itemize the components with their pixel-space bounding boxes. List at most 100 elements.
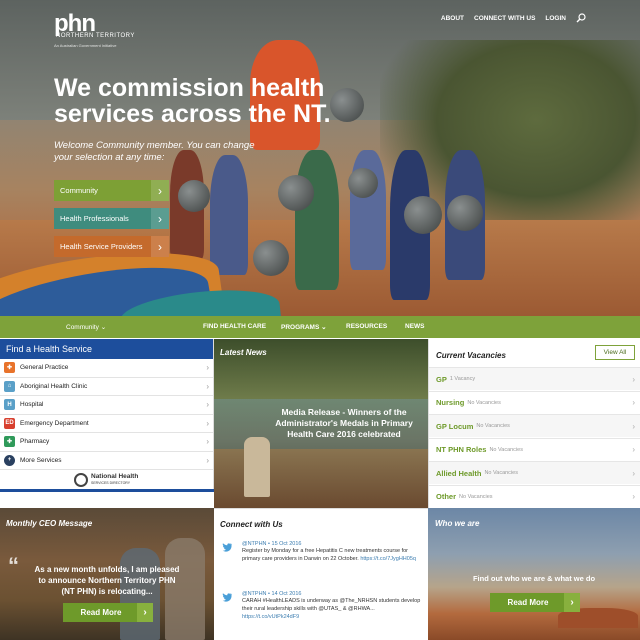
vacancy-count: 1 Vacancy	[449, 376, 476, 382]
stethoscope-icon: ✚	[4, 362, 15, 374]
panel-bottom-bar	[0, 489, 214, 492]
chevron-right-icon: ›	[206, 455, 209, 465]
service-item[interactable]: ⌂ Aboriginal Health Clinic ›	[0, 378, 213, 396]
current-vacancies-title: Current Vacancies	[436, 351, 506, 360]
directory-name: National Health	[91, 473, 139, 480]
vacancy-row[interactable]: Other No Vacancies ›	[429, 484, 640, 508]
service-item-label: Emergency Department	[20, 419, 89, 427]
community-button-label: Community	[60, 186, 98, 195]
chevron-right-icon: ›	[206, 437, 209, 446]
nav-resources[interactable]: RESOURCES	[346, 323, 387, 330]
hero-child	[210, 155, 248, 275]
chevron-right-icon: ›	[632, 445, 635, 454]
directory-sub: SERVICES DIRECTORY	[91, 481, 131, 485]
service-item[interactable]: ED Emergency Department ›	[0, 415, 213, 433]
service-item[interactable]: + More Services ›	[0, 452, 213, 470]
logo-mark: phn	[54, 10, 96, 37]
logo-gov: An Australian Government Initiative	[54, 43, 117, 48]
health-service-providers-button-label: Health Service Providers	[60, 242, 143, 251]
twitter-icon[interactable]	[222, 593, 232, 602]
tweet: @NTPHN • 15 Oct 2016 Register by Monday …	[222, 541, 422, 563]
service-item[interactable]: ✚ General Practice ›	[0, 359, 213, 378]
vacancy-row[interactable]: Allied Health No Vacancies ›	[429, 461, 640, 484]
top-nav: ABOUT CONNECT WITH US LOGIN	[441, 13, 586, 23]
view-all-button[interactable]: View All	[595, 345, 635, 360]
nav-community-label: Community	[66, 324, 99, 331]
magnifier-icon	[74, 473, 88, 487]
logo-sub: NORTHERN TERRITORY	[56, 33, 135, 39]
chevron-down-icon: ⌄	[100, 324, 107, 331]
hero-banner: phn NORTHERN TERRITORY An Australian Gov…	[0, 0, 640, 316]
basketball	[348, 168, 378, 198]
vacancy-role: Allied Health	[436, 468, 482, 478]
ceo-read-more-button[interactable]: Read More ›	[63, 603, 153, 622]
ceo-message-text: As a new month unfolds, I am pleased to …	[34, 565, 180, 596]
vacancy-role: Other	[436, 492, 457, 501]
chevron-right-icon: ›	[206, 418, 209, 428]
tweet-body: CARAH #HealthLEADS is underway as @The_N…	[242, 598, 421, 612]
chevron-right-icon: ›	[151, 180, 169, 201]
service-item[interactable]: H Hospital ›	[0, 396, 213, 415]
basketball	[253, 240, 289, 276]
chevron-right-icon: ›	[206, 400, 209, 409]
vacancy-row[interactable]: Nursing No Vacancies ›	[429, 390, 640, 414]
plus-icon: +	[4, 454, 15, 466]
nav-about[interactable]: ABOUT	[441, 15, 464, 22]
nav-connect[interactable]: CONNECT WITH US	[474, 15, 535, 22]
chevron-right-icon: ›	[632, 492, 635, 501]
service-item-label: Hospital	[20, 401, 44, 409]
nav-community-dropdown[interactable]: Community ⌄	[66, 323, 106, 331]
nav-programs-label: PROGRAMS	[281, 324, 320, 331]
who-we-are-panel: Who we are Find out who we are & what we…	[428, 508, 640, 640]
service-item-label: Pharmacy	[20, 438, 50, 446]
vacancy-row[interactable]: GP 1 Vacancy ›	[429, 367, 640, 390]
quote-icon: “	[8, 553, 19, 578]
service-item-label: More Services	[20, 456, 62, 464]
basketball	[178, 180, 210, 212]
nav-find-health-care[interactable]: FIND HEALTH CARE	[203, 323, 266, 330]
tweet-link[interactable]: https://t.co/vUtPk24dF9	[242, 614, 299, 620]
vacancy-role: GP	[436, 374, 447, 384]
news-photo-figure	[244, 437, 270, 497]
chevron-right-icon: ›	[151, 208, 169, 229]
who-we-are-title: Who we are	[435, 519, 480, 528]
vacancy-row[interactable]: NT PHN Roles No Vacancies ›	[429, 437, 640, 461]
vacancy-row[interactable]: GP Locum No Vacancies ›	[429, 414, 640, 437]
hero-child	[295, 150, 339, 290]
basketball	[278, 175, 314, 211]
ceo-read-more-label: Read More	[80, 608, 122, 617]
hero-headline: We commission health services across the…	[54, 74, 331, 128]
chevron-right-icon: ›	[632, 374, 635, 384]
vacancy-count: No Vacancies	[467, 399, 501, 406]
chevron-right-icon: ›	[137, 603, 153, 622]
community-button[interactable]: Community ›	[54, 180, 169, 201]
clinic-icon: ⌂	[4, 380, 15, 392]
service-item-label: Aboriginal Health Clinic	[20, 382, 88, 390]
national-health-services-directory-link[interactable]: National Health SERVICES DIRECTORY	[74, 473, 138, 487]
chevron-right-icon: ›	[151, 236, 169, 257]
latest-news-panel[interactable]: Latest News Media Release - Winners of t…	[214, 339, 428, 508]
latest-news-headline-link[interactable]: Media Release - Winners of the Administr…	[274, 407, 414, 440]
tweet-link[interactable]: https://t.co/7JygHH05q	[360, 556, 416, 562]
chevron-right-icon: ›	[206, 363, 209, 372]
chevron-right-icon: ›	[206, 381, 209, 391]
phn-logo[interactable]: phn NORTHERN TERRITORY An Australian Gov…	[54, 10, 135, 49]
chevron-down-icon: ⌄	[321, 324, 327, 331]
chevron-right-icon: ›	[564, 593, 580, 612]
nav-programs[interactable]: PROGRAMS ⌄	[281, 323, 327, 331]
chevron-right-icon: ›	[632, 421, 635, 431]
nav-login[interactable]: LOGIN	[545, 15, 566, 22]
twitter-icon[interactable]	[222, 543, 232, 552]
service-item-label: General Practice	[20, 364, 69, 372]
nav-news[interactable]: NEWS	[405, 323, 425, 330]
who-read-more-button[interactable]: Read More ›	[490, 593, 580, 612]
service-list: ✚ General Practice › ⌂ Aboriginal Health Cli…	[0, 359, 213, 470]
search-icon[interactable]	[576, 13, 586, 23]
hospital-icon: H	[4, 399, 15, 411]
vacancy-count: No Vacancies	[459, 493, 493, 500]
health-service-providers-button[interactable]: Health Service Providers ›	[54, 236, 169, 257]
connect-with-us-panel: Connect with Us @NTPHN • 15 Oct 2016 Reg…	[214, 508, 428, 640]
service-item[interactable]: ✚ Pharmacy ›	[0, 433, 213, 452]
health-professionals-button[interactable]: Health Professionals ›	[54, 208, 169, 229]
vacancy-role: Nursing	[436, 398, 465, 407]
